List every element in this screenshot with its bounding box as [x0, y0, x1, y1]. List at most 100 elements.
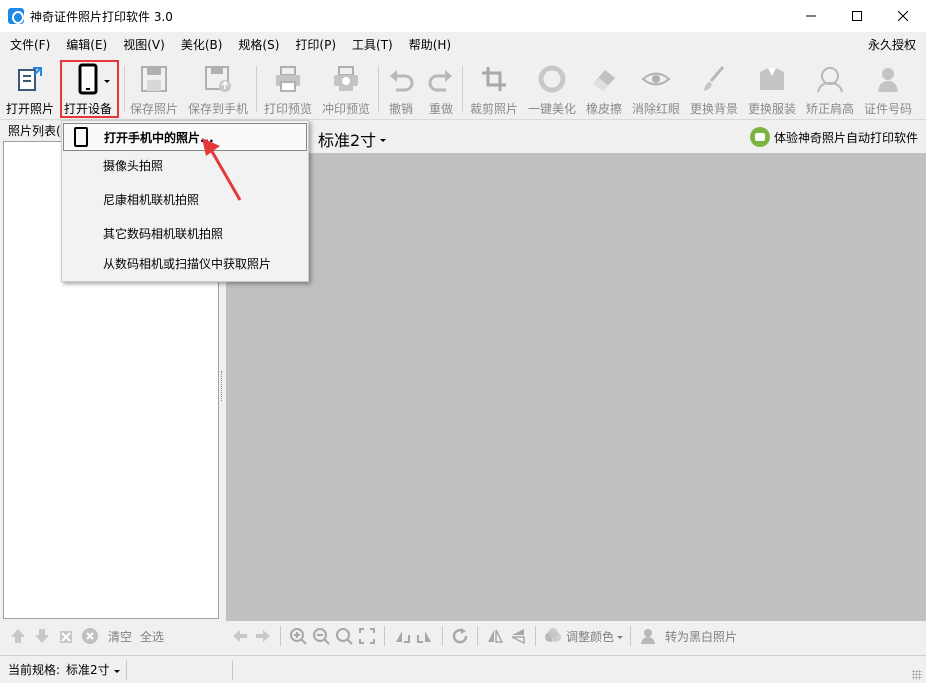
redo-label: 重做	[428, 102, 453, 116]
remove-redeye-label: 消除红眼	[632, 102, 681, 116]
size-select[interactable]: 标准2寸	[318, 127, 387, 151]
one-click-beautify-button[interactable]: 一键美化	[528, 62, 576, 118]
develop-preview-button[interactable]: 冲印预览	[322, 62, 370, 118]
eraser-button[interactable]: 橡皮擦	[586, 62, 622, 118]
resize-grip[interactable]	[912, 670, 922, 680]
suit-icon	[755, 62, 789, 96]
close-button[interactable]	[880, 0, 926, 32]
status-label: 当前规格:	[8, 663, 61, 677]
photo-canvas[interactable]	[226, 153, 926, 621]
list-toolbar: 清空 全选	[0, 621, 222, 651]
previous-icon[interactable]	[230, 626, 250, 646]
remove-redeye-button[interactable]: 消除红眼	[632, 62, 680, 118]
device-menu: 打开手机中的照片... 摄像头拍照 尼康相机联机拍照 其它数码相机联机拍照 从数…	[61, 120, 309, 282]
save-to-phone-icon	[201, 62, 235, 96]
promo-link[interactable]: 体验神奇照片自动打印软件	[749, 127, 918, 147]
menu-beautify[interactable]: 美化(B)	[173, 32, 231, 58]
print-preview-button[interactable]: 打印预览	[264, 62, 312, 118]
move-down-icon[interactable]	[32, 626, 52, 646]
menu-scanner-import[interactable]: 从数码相机或扫描仪中获取照片	[63, 250, 307, 278]
status-bar: 当前规格: 标准2寸	[0, 655, 926, 683]
toolbar-divider	[256, 66, 257, 112]
window-controls	[788, 0, 926, 32]
undo-icon	[384, 62, 418, 96]
change-background-button[interactable]: 更换背景	[690, 62, 738, 118]
brush-icon	[697, 62, 731, 96]
menu-nikon-tethered[interactable]: 尼康相机联机拍照	[63, 186, 307, 214]
id-number-button[interactable]: 证件号码	[864, 62, 912, 118]
color-circles-icon	[543, 626, 563, 646]
undo-label: 撤销	[388, 102, 413, 116]
save-photo-button[interactable]: 保存照片	[130, 62, 178, 118]
maximize-button[interactable]	[834, 0, 880, 32]
flip-vertical-icon[interactable]	[508, 626, 528, 646]
printer-promo-icon	[749, 127, 770, 147]
clear-button[interactable]: 清空	[108, 628, 132, 645]
next-icon[interactable]	[253, 626, 273, 646]
status-size-select[interactable]: 标准2寸	[66, 661, 120, 678]
menu-open-phone-photos[interactable]: 打开手机中的照片...	[63, 123, 307, 151]
undo-button[interactable]: 撤销	[384, 62, 418, 118]
move-up-icon[interactable]	[8, 626, 28, 646]
develop-preview-label: 冲印预览	[322, 102, 371, 116]
status-size-caret-icon	[113, 669, 120, 673]
person-icon	[871, 62, 905, 96]
crop-icon	[477, 62, 511, 96]
toolbar-divider	[630, 626, 632, 646]
fullscreen-icon[interactable]	[357, 626, 377, 646]
open-photo-label: 打开照片	[6, 102, 55, 116]
toolbar-divider	[462, 66, 463, 112]
delete-photo-icon[interactable]	[56, 626, 76, 646]
adjust-color-caret-icon[interactable]	[617, 636, 624, 639]
menu-edit[interactable]: 编辑(E)	[58, 32, 115, 58]
panel-splitter[interactable]	[221, 371, 223, 401]
shoulders-icon	[813, 62, 847, 96]
flip-horizontal-icon[interactable]	[485, 626, 505, 646]
change-clothes-button[interactable]: 更换服装	[748, 62, 796, 118]
menu-help[interactable]: 帮助(H)	[401, 32, 459, 58]
menu-file[interactable]: 文件(F)	[0, 32, 58, 58]
zoom-out-icon[interactable]	[311, 626, 331, 646]
change-background-label: 更换背景	[690, 102, 739, 116]
open-photo-button[interactable]: 打开照片	[6, 62, 54, 118]
status-divider	[126, 660, 127, 680]
remove-icon[interactable]	[80, 626, 100, 646]
print-preview-label: 打印预览	[264, 102, 313, 116]
rotate-left-icon[interactable]	[392, 626, 412, 646]
zoom-in-icon[interactable]	[288, 626, 308, 646]
menu-other-camera-tethered[interactable]: 其它数码相机联机拍照	[63, 220, 307, 248]
refresh-icon[interactable]	[450, 626, 470, 646]
license-link[interactable]: 永久授权	[868, 32, 916, 58]
main-toolbar: 打开照片 打开设备 保存照片 保存到手机 打印预览 冲印预览 撤销 重做 裁剪照…	[0, 58, 926, 120]
redo-button[interactable]: 重做	[424, 62, 458, 118]
phone-icon	[74, 127, 88, 147]
annotation-arrow-icon	[202, 138, 242, 201]
minimize-button[interactable]	[788, 0, 834, 32]
floppy-icon	[137, 62, 171, 96]
title-bar: 神奇证件照片打印软件 3.0	[0, 0, 926, 32]
menu-print[interactable]: 打印(P)	[287, 32, 344, 58]
maximize-icon	[852, 11, 862, 21]
printer-icon	[271, 62, 305, 96]
crop-button[interactable]: 裁剪照片	[470, 62, 518, 118]
menu-item-label: 从数码相机或扫描仪中获取照片	[103, 257, 272, 271]
close-icon	[898, 11, 908, 21]
menu-view[interactable]: 视图(V)	[115, 32, 173, 58]
adjust-color-button[interactable]: 调整颜色	[566, 628, 614, 645]
toolbar-divider	[124, 66, 125, 112]
promo-text: 体验神奇照片自动打印软件	[773, 130, 918, 145]
rotate-right-icon[interactable]	[415, 626, 435, 646]
menu-spec[interactable]: 规格(S)	[230, 32, 287, 58]
save-to-phone-button[interactable]: 保存到手机	[188, 62, 248, 118]
fix-shoulders-button[interactable]: 矫正肩高	[806, 62, 854, 118]
person-bw-icon	[638, 626, 658, 646]
eraser-icon	[587, 62, 621, 96]
convert-bw-button[interactable]: 转为黑白照片	[665, 628, 737, 645]
zoom-fit-icon[interactable]	[334, 626, 354, 646]
toolbar-divider	[378, 66, 379, 112]
select-all-button[interactable]: 全选	[140, 628, 164, 645]
toolbar-divider	[442, 626, 443, 646]
fix-shoulders-label: 矫正肩高	[806, 102, 855, 116]
menu-camera-capture[interactable]: 摄像头拍照	[63, 152, 307, 180]
menu-tools[interactable]: 工具(T)	[344, 32, 401, 58]
